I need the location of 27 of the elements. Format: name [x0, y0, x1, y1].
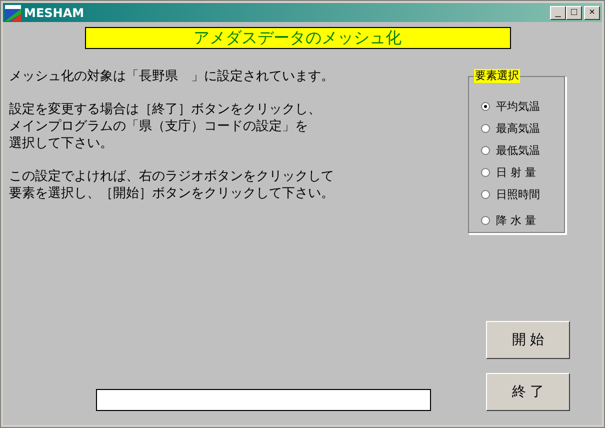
close-button[interactable]: × [584, 6, 600, 20]
radio-label[interactable]: 降 水 量 [496, 212, 536, 228]
window-title: MESHAM [24, 6, 84, 20]
radio-button[interactable] [481, 190, 490, 198]
radio-label[interactable]: 最低気温 [496, 142, 540, 158]
minimize-button[interactable]: _ [550, 6, 566, 20]
instruction-text: 要素を選択し、［開始］ボタンをクリックして下さい。 [9, 185, 335, 202]
exit-button[interactable]: 終 了 [486, 373, 570, 411]
start-button[interactable]: 開 始 [486, 321, 570, 359]
radio-button[interactable] [481, 216, 490, 224]
heading-banner: アメダスデータのメッシュ化 [84, 27, 510, 49]
instruction-text: 選択して下さい。 [9, 135, 114, 152]
radio-button[interactable] [481, 124, 490, 132]
group-title: 要素選択 [474, 69, 520, 83]
radio-label[interactable]: 平均気温 [496, 98, 540, 114]
radio-button[interactable] [481, 146, 490, 154]
maximize-button[interactable]: □ [566, 6, 582, 20]
instruction-text: 設定を変更する場合は［終了］ボタンをクリックし、 [9, 101, 322, 118]
radio-label[interactable]: 最高気温 [496, 120, 540, 136]
radio-label[interactable]: 日照時間 [496, 186, 540, 202]
radio-button[interactable] [481, 102, 490, 110]
instruction-text: この設定でよければ、右のラジオボタンをクリックして [9, 168, 335, 185]
instruction-text: メッシュ化の対象は「長野県 」に設定されています。 [9, 68, 335, 85]
instruction-text: メインプログラムの「県（支庁）コードの設定」を [9, 118, 309, 135]
app-icon [5, 4, 21, 20]
radio-label[interactable]: 日 射 量 [496, 164, 536, 180]
radio-button[interactable] [481, 168, 490, 176]
